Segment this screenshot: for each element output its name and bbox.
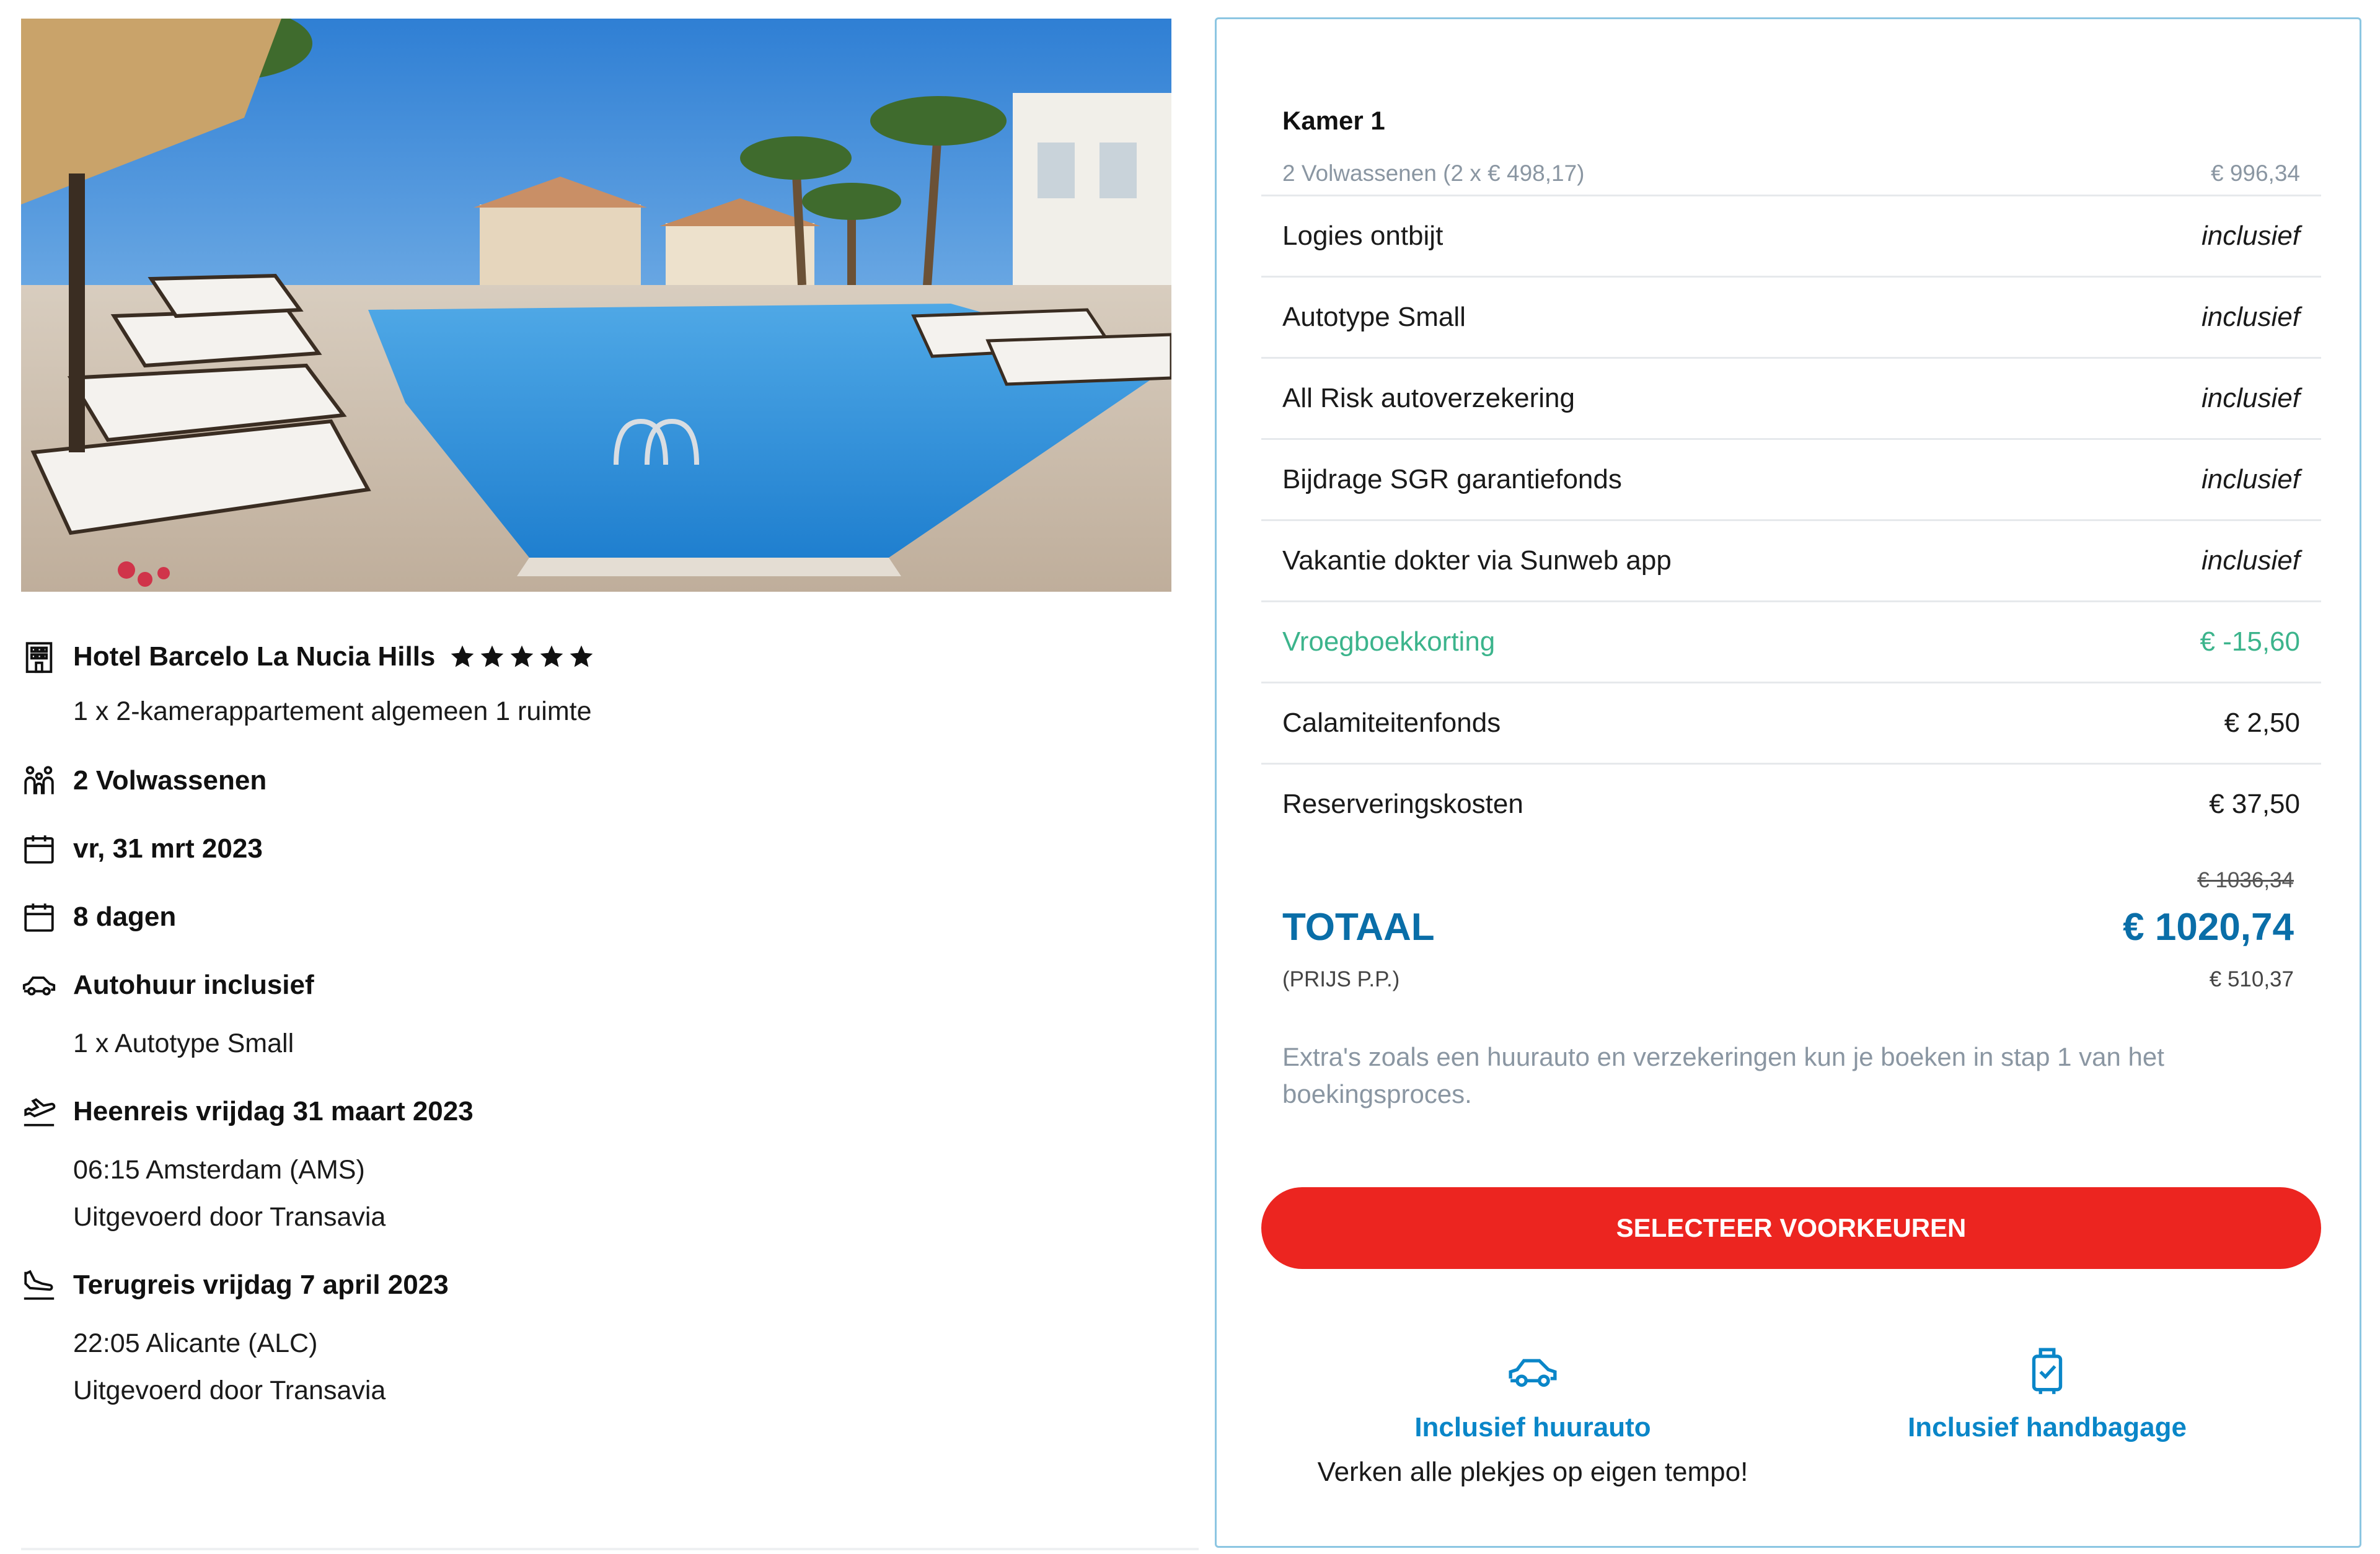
line-item-value: € 2,50 <box>2224 708 2300 738</box>
travellers-row: 2 Volwassenen <box>21 761 267 801</box>
original-total-price: € 1036,34 <box>2197 868 2294 892</box>
return-row: Terugreis vrijdag 7 april 2023 <box>21 1265 449 1305</box>
return-label: Terugreis vrijdag 7 april 2023 <box>73 1270 449 1300</box>
car-label: Autohuur inclusief <box>73 970 314 1000</box>
divider <box>21 1548 1199 1550</box>
star-icon <box>540 645 563 667</box>
star-icon <box>451 645 474 667</box>
date-row: vr, 31 mrt 2023 <box>21 829 263 869</box>
star-icon <box>570 645 593 667</box>
departure-date: vr, 31 mrt 2023 <box>73 833 263 864</box>
line-item-label: Vroegboekkorting <box>1282 626 1496 657</box>
line-item-label: Reserveringskosten <box>1282 789 1523 819</box>
people-icon <box>21 761 61 801</box>
travellers-label: 2 Volwassenen <box>73 765 267 796</box>
line-item: Autotype Small inclusief <box>1261 276 2321 357</box>
hotel-name: Hotel Barcelo La Nucia Hills <box>73 641 436 672</box>
line-item: Logies ontbijt inclusief <box>1261 195 2321 276</box>
outbound-row: Heenreis vrijdag 31 maart 2023 <box>21 1092 474 1131</box>
line-item-value: inclusief <box>2202 545 2300 576</box>
room-subtotal: 2 Volwassenen (2 x € 498,17) € 996,34 <box>1282 160 2300 187</box>
duration-label: 8 dagen <box>73 902 177 932</box>
feature-hand-luggage: Inclusief handbagage <box>1812 1345 2283 1443</box>
luggage-check-icon <box>1812 1345 2283 1401</box>
line-item: Vakantie dokter via Sunweb app inclusief <box>1261 519 2321 600</box>
line-item-label: All Risk autoverzekering <box>1282 383 1575 413</box>
outbound-label: Heenreis vrijdag 31 maart 2023 <box>73 1096 474 1126</box>
line-item-label: Calamiteitenfonds <box>1282 708 1501 738</box>
hotel-row: Hotel Barcelo La Nucia Hills <box>21 637 595 677</box>
line-item-value: inclusief <box>2202 383 2300 413</box>
duration-row: 8 dagen <box>21 897 176 937</box>
calendar-icon <box>21 829 61 869</box>
price-per-person-value: € 510,37 <box>2209 967 2294 991</box>
line-item-value: inclusief <box>2202 464 2300 494</box>
line-item: Bijdrage SGR garantiefonds inclusief <box>1261 438 2321 519</box>
line-item: All Risk autoverzekering inclusief <box>1261 357 2321 438</box>
room-type: 1 x 2-kamerappartement algemeen 1 ruimte <box>73 696 592 726</box>
outbound-carrier: Uitgevoerd door Transavia <box>73 1202 386 1232</box>
price-summary-card: Kamer 1 2 Volwassenen (2 x € 498,17) € 9… <box>1215 17 2361 1548</box>
return-carrier: Uitgevoerd door Transavia <box>73 1376 386 1405</box>
line-item-value: inclusief <box>2202 221 2300 251</box>
star-icon <box>481 645 504 667</box>
line-item-label: Logies ontbijt <box>1282 221 1443 251</box>
line-item: Calamiteitenfonds € 2,50 <box>1261 682 2321 763</box>
discount-line-item: Vroegboekkorting € -15,60 <box>1261 600 2321 682</box>
feature-description: Verken alle plekjes op eigen tempo! <box>1317 1457 1748 1487</box>
select-preferences-button[interactable]: SELECTEER VOORKEUREN <box>1261 1187 2321 1269</box>
hotel-photo <box>21 19 1171 592</box>
car-icon <box>1297 1345 1768 1401</box>
total-price: € 1020,74 <box>2123 906 2294 949</box>
car-icon <box>21 965 61 1005</box>
total-label: TOTAAL <box>1282 906 1435 949</box>
extras-note: Extra's zoals een huurauto en verzekerin… <box>1282 1042 2164 1108</box>
price-per-person-label: (PRIJS P.P.) <box>1282 967 1400 991</box>
hotel-stars <box>449 643 595 670</box>
star-icon <box>511 645 534 667</box>
line-item-label: Vakantie dokter via Sunweb app <box>1282 545 1672 576</box>
feature-car-rental: Inclusief huurauto Verken alle plekjes o… <box>1297 1345 1768 1488</box>
calendar-icon <box>21 897 61 937</box>
room-subtotal-value: € 996,34 <box>2210 160 2300 186</box>
plane-landing-icon <box>21 1265 61 1305</box>
outbound-time: 06:15 Amsterdam (AMS) <box>73 1155 365 1185</box>
car-row: Autohuur inclusief <box>21 965 314 1005</box>
plane-takeoff-icon <box>21 1092 61 1131</box>
building-icon <box>21 637 61 677</box>
feature-title: Inclusief huurauto <box>1414 1412 1651 1442</box>
room-title: Kamer 1 <box>1282 106 1385 135</box>
line-item-value: € 37,50 <box>2209 789 2300 819</box>
feature-title: Inclusief handbagage <box>1908 1412 2187 1442</box>
line-item-label: Autotype Small <box>1282 302 1466 332</box>
line-item-value: € -15,60 <box>2200 626 2300 657</box>
line-item-label: Bijdrage SGR garantiefonds <box>1282 464 1622 494</box>
room-subtotal-label: 2 Volwassenen (2 x € 498,17) <box>1282 160 1585 186</box>
line-item-value: inclusief <box>2202 302 2300 332</box>
car-type: 1 x Autotype Small <box>73 1029 294 1058</box>
line-item: Reserveringskosten € 37,50 <box>1261 763 2321 844</box>
return-time: 22:05 Alicante (ALC) <box>73 1328 318 1358</box>
